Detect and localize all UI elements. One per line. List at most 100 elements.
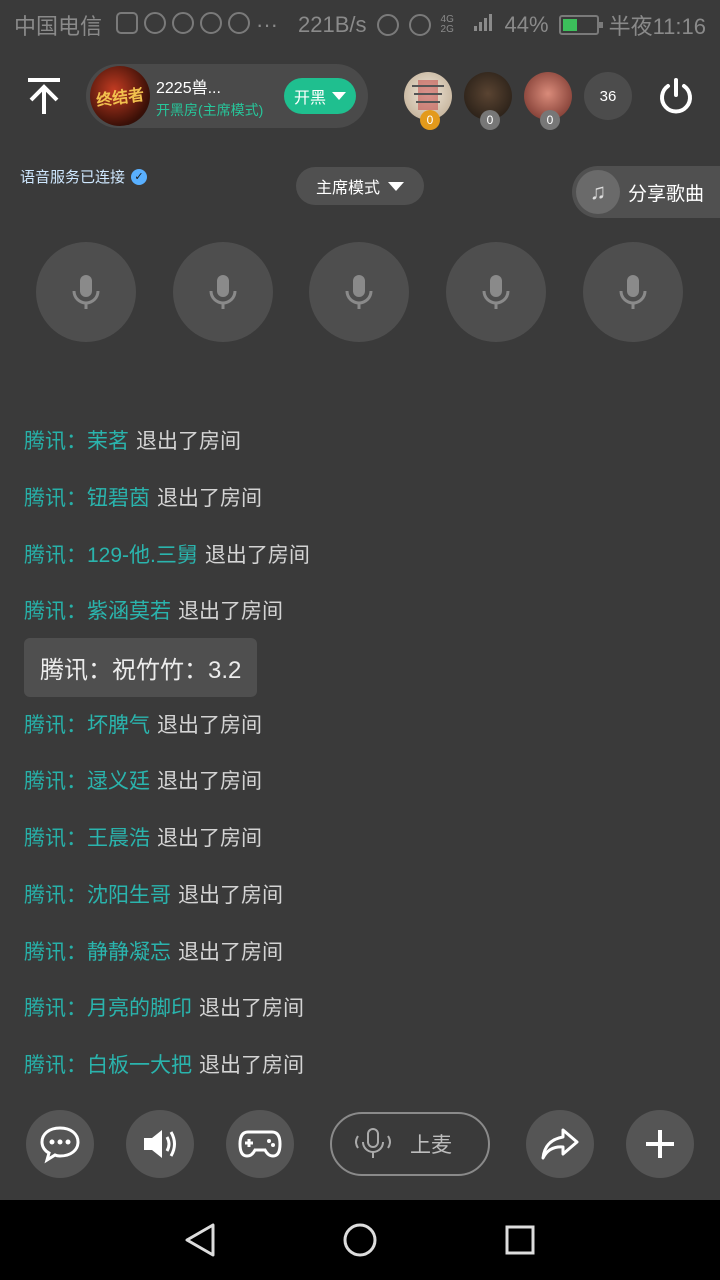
mode-label: 主席模式 [315,180,380,197]
carrier-label: 中国电信 [14,14,103,39]
mic-seat[interactable] [173,242,273,342]
share-song-button[interactable]: ♫ 分享歌曲 [572,166,720,218]
mic-seat[interactable] [583,242,683,342]
recents-square-icon [505,1225,535,1255]
message-source: 腾讯： [24,883,87,907]
mic-seat[interactable] [446,242,546,342]
headphone-icon [376,14,399,36]
paw-notification-icon [228,12,251,34]
room-header: 终结者 2225兽... 开黑房(主席模式) 开黑 0 0 0 36 [0,62,720,132]
message-user[interactable]: 沈阳生哥 [87,879,171,909]
message-user[interactable]: 王晨浩 [87,822,150,852]
chat-message: 腾讯： 钮碧茵 退出了房间 [24,469,704,526]
chevron-down-icon [388,181,404,191]
message-source: 腾讯： [24,487,87,511]
microphone-icon [482,275,510,309]
recents-button[interactable] [500,1220,540,1260]
message-action: 退出了房间 [157,713,262,737]
message-source: 腾讯： [24,1053,87,1077]
music-note-icon: ♫ [576,170,620,214]
chat-text-bubble: 腾讯：祝竹竹：3.2 [24,637,258,697]
message-action: 退出了房间 [157,827,262,851]
battery-percent: 44% [504,12,549,37]
message-action: 退出了房间 [136,430,241,454]
chat-log[interactable]: 腾讯： 茉茗 退出了房间 腾讯： 钮碧茵 退出了房间 腾讯： 129-他.三舅 … [24,412,704,1088]
voice-status-text: 语音服务已连接 [20,169,126,186]
message-user[interactable]: 白板一大把 [87,1049,192,1079]
signal-icon [473,12,495,38]
open-black-label: 开黑 [293,90,326,107]
back-button[interactable] [180,1220,220,1260]
check-circle-icon: ✓ [131,168,148,185]
audience-count[interactable]: 36 [584,72,632,120]
minimize-room-button[interactable] [20,70,68,122]
mic-seat[interactable] [36,242,136,342]
more-button[interactable] [626,1110,694,1178]
message-user[interactable]: 茉茗 [87,425,129,455]
share-arrow-icon [541,1128,579,1160]
plus-icon [646,1130,674,1158]
bottom-toolbar: 上麦 [0,1096,720,1200]
chat-message: 腾讯： 白板一大把 退出了房间 [24,1036,704,1088]
mode-dropdown[interactable]: 主席模式 [296,167,424,205]
hand-notification-icon [172,12,195,34]
mic-seat[interactable] [309,242,409,342]
audience-avatar[interactable]: 0 [464,72,512,130]
chat-message: 腾讯： 坏脾气 退出了房间 [24,695,704,752]
message-user[interactable]: 坏脾气 [87,709,150,739]
mic-up-button[interactable]: 上麦 [330,1112,490,1176]
chat-message: 腾讯： 静静凝忘 退出了房间 [24,922,704,979]
audience-badge: 0 [480,110,500,130]
message-action: 退出了房间 [199,1053,304,1077]
message-source: 腾讯： [24,940,87,964]
home-circle-icon [343,1223,377,1257]
chat-message: 腾讯： 王晨浩 退出了房间 [24,809,704,866]
clock: 半夜11:16 [608,14,706,39]
audience-avatar[interactable]: 0 [404,72,452,130]
chat-button[interactable] [26,1110,94,1178]
message-user[interactable]: 逯义廷 [87,765,150,795]
audience-badge: 0 [540,110,560,130]
message-user[interactable]: 紫涵莫若 [87,595,171,625]
open-black-dropdown[interactable]: 开黑 [284,78,356,114]
message-action: 退出了房间 [157,487,262,511]
link-notification-icon [200,12,223,34]
status-bar: 中国电信 ··· 221B/s 4G 2G 44% 半夜11:16 [0,0,720,50]
message-source: 腾讯： [24,600,87,624]
back-triangle-icon [185,1223,215,1257]
chat-message: 腾讯： 紫涵莫若 退出了房间 [24,582,704,639]
chevron-down-icon [332,92,346,100]
gamepad-icon [238,1130,282,1158]
message-user[interactable]: 钮碧茵 [87,482,150,512]
game-button[interactable] [226,1110,294,1178]
room-avatar[interactable]: 终结者 [90,66,150,126]
message-user[interactable]: 129-他.三舅 [87,539,198,569]
share-song-label: 分享歌曲 [628,183,705,205]
volume-button[interactable] [126,1110,194,1178]
chat-message: 腾讯： 茉茗 退出了房间 [24,412,704,469]
microphone-icon [72,275,100,309]
audience-avatar[interactable]: 0 [524,72,572,130]
voice-service-status: 语音服务已连接 ✓ [20,166,148,187]
arrow-up-bar-icon [28,78,60,114]
message-source: 腾讯： [24,543,87,567]
microphone-waves-icon [355,1128,391,1158]
chat-message: 腾讯：祝竹竹：3.2 [24,637,704,697]
chat-message: 腾讯： 月亮的脚印 退出了房间 [24,979,704,1036]
message-action: 退出了房间 [178,600,283,624]
room-info-pill[interactable]: 终结者 2225兽... 开黑房(主席模式) 开黑 [86,64,368,128]
hotspot-icon [408,14,431,36]
exit-room-button[interactable] [652,72,700,120]
net-speed: 221B/s [298,12,367,37]
more-notifications-icon: ··· [256,12,278,37]
message-action: 退出了房间 [204,543,310,567]
message-source: 腾讯： [24,770,87,794]
share-button[interactable] [526,1110,594,1178]
message-action: 退出了房间 [157,770,262,794]
message-user[interactable]: 月亮的脚印 [87,992,192,1022]
message-user[interactable]: 静静凝忘 [87,936,171,966]
chat-message: 腾讯： 129-他.三舅 退出了房间 [24,525,704,582]
battery-icon [558,15,603,35]
message-action: 退出了房间 [178,940,283,964]
home-button[interactable] [340,1220,380,1260]
